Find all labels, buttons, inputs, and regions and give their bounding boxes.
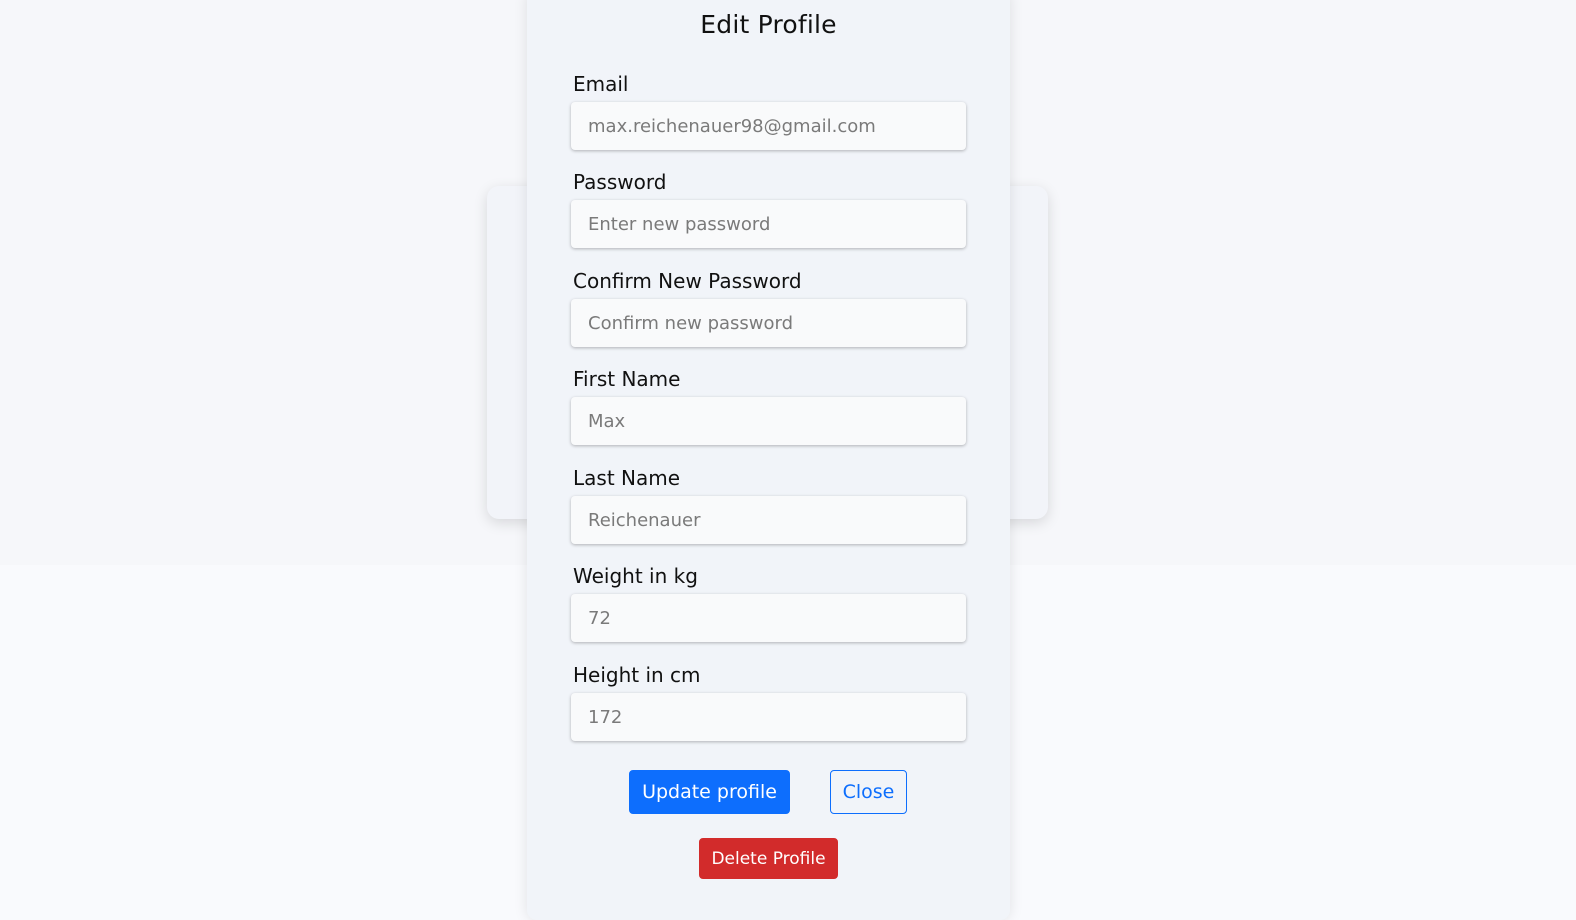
close-button[interactable]: Close	[830, 770, 907, 814]
last-name-field-group: Last Name	[571, 466, 966, 544]
first-name-field-group: First Name	[571, 367, 966, 445]
modal-title: Edit Profile	[700, 10, 837, 39]
email-label: Email	[573, 72, 629, 96]
confirm-password-input[interactable]	[571, 299, 966, 347]
password-input[interactable]	[571, 200, 966, 248]
delete-profile-button[interactable]: Delete Profile	[699, 838, 838, 879]
password-label: Password	[573, 170, 667, 194]
confirm-password-label: Confirm New Password	[573, 269, 802, 293]
confirm-password-field-group: Confirm New Password	[571, 269, 966, 347]
password-field-group: Password	[571, 170, 966, 248]
height-label: Height in cm	[573, 663, 701, 687]
email-input[interactable]	[571, 102, 966, 150]
weight-input[interactable]	[571, 594, 966, 642]
update-profile-button[interactable]: Update profile	[629, 770, 790, 814]
height-field-group: Height in cm	[571, 663, 966, 741]
first-name-input[interactable]	[571, 397, 966, 445]
last-name-input[interactable]	[571, 496, 966, 544]
weight-field-group: Weight in kg	[571, 564, 966, 642]
email-field-group: Email	[571, 72, 966, 150]
last-name-label: Last Name	[573, 466, 681, 490]
first-name-label: First Name	[573, 367, 681, 391]
weight-label: Weight in kg	[573, 564, 698, 588]
edit-profile-modal: Edit Profile Email Password Confirm New …	[527, 0, 1010, 920]
height-input[interactable]	[571, 693, 966, 741]
